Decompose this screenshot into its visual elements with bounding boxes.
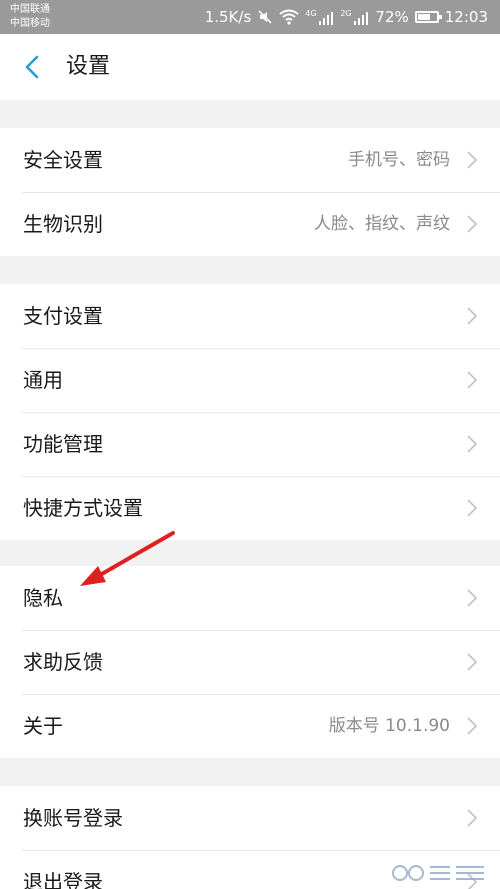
row-label: 通用 (23, 368, 63, 392)
row-label: 隐私 (23, 586, 63, 610)
chevron-right-icon (467, 589, 478, 607)
carrier-info: 中国联通 中国移动 (10, 3, 50, 31)
net-speed: 1.5K/s (204, 8, 252, 26)
chevron-right-icon (467, 151, 478, 169)
settings-row-general[interactable]: 通用 (0, 348, 500, 412)
app-header: 设置 (0, 34, 500, 100)
row-label: 退出登录 (23, 870, 103, 889)
battery-percent: 72% (375, 8, 409, 26)
battery-level (417, 14, 430, 20)
carrier-2: 中国移动 (10, 18, 50, 29)
mute-icon (258, 10, 272, 24)
row-label: 安全设置 (23, 148, 103, 172)
chevron-right-icon (467, 717, 478, 735)
chevron-right-icon (467, 499, 478, 517)
row-label: 求助反馈 (23, 650, 103, 674)
row-value: 版本号 10.1.90 (328, 716, 450, 736)
chevron-right-icon (467, 435, 478, 453)
settings-row-payment[interactable]: 支付设置 (0, 284, 500, 348)
settings-row-about[interactable]: 关于 版本号 10.1.90 (0, 694, 500, 758)
chevron-left-icon[interactable] (22, 55, 42, 79)
page-title: 设置 (66, 54, 111, 79)
clock: 12:03 (444, 8, 488, 26)
signal-1-tag: 4G (305, 9, 317, 18)
row-label: 关于 (23, 714, 63, 738)
battery-icon (414, 11, 442, 23)
signal-2-tag: 2G (340, 9, 352, 18)
chevron-right-icon (467, 809, 478, 827)
watermark-logo-icon (392, 865, 484, 881)
chevron-right-icon (467, 653, 478, 671)
row-label: 功能管理 (23, 432, 103, 456)
settings-row-switch-account[interactable]: 换账号登录 (0, 786, 500, 850)
wifi-icon (279, 9, 299, 25)
chevron-right-icon (467, 371, 478, 389)
settings-group-features: 支付设置 通用 功能管理 快捷方式设置 (0, 284, 500, 540)
settings-group-about: 隐私 求助反馈 关于 版本号 10.1.90 (0, 566, 500, 758)
row-value: 人脸、指纹、声纹 (314, 214, 450, 234)
row-label: 支付设置 (23, 304, 103, 328)
settings-row-feature-management[interactable]: 功能管理 (0, 412, 500, 476)
settings-row-biometrics[interactable]: 生物识别 人脸、指纹、声纹 (0, 192, 500, 256)
row-label: 换账号登录 (23, 806, 123, 830)
row-value: 手机号、密码 (348, 150, 450, 170)
row-label: 快捷方式设置 (23, 496, 143, 520)
settings-row-help-feedback[interactable]: 求助反馈 (0, 630, 500, 694)
settings-group-account: 安全设置 手机号、密码 生物识别 人脸、指纹、声纹 (0, 128, 500, 256)
chevron-right-icon (467, 307, 478, 325)
chevron-right-icon (467, 215, 478, 233)
status-indicators: 1.5K/s 4G 2G 72% 12:03 (205, 0, 488, 34)
settings-row-shortcuts[interactable]: 快捷方式设置 (0, 476, 500, 540)
signal-2-icon (354, 11, 369, 25)
status-bar: 中国联通 中国移动 1.5K/s 4G 2G 72% 12:03 (0, 0, 500, 34)
carrier-1: 中国联通 (10, 4, 50, 15)
settings-row-security[interactable]: 安全设置 手机号、密码 (0, 128, 500, 192)
row-label: 生物识别 (23, 212, 103, 236)
settings-row-privacy[interactable]: 隐私 (0, 566, 500, 630)
signal-1-icon (319, 11, 334, 25)
